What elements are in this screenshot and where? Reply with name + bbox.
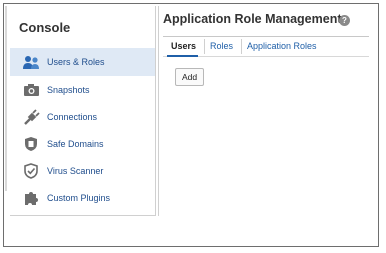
- tab-application-roles[interactable]: Application Roles: [247, 41, 317, 51]
- sidebar-item-custom-plugins[interactable]: Custom Plugins: [10, 184, 155, 212]
- help-icon[interactable]: ?: [339, 15, 350, 26]
- plug-icon: [22, 108, 40, 126]
- page-title: Application Role Management: [163, 12, 342, 26]
- sidebar-item-safe-domains[interactable]: Safe Domains: [10, 130, 155, 158]
- tab-divider: [241, 39, 242, 54]
- add-button[interactable]: Add: [175, 68, 204, 86]
- sidebar-item-label: Connections: [47, 112, 98, 122]
- main-panel: Application Role Management ? Users Role…: [158, 6, 372, 216]
- shield-icon: [22, 135, 40, 153]
- sidebar-item-label: Users & Roles: [47, 57, 105, 67]
- sidebar-item-label: Safe Domains: [47, 139, 104, 149]
- sidebar-item-label: Virus Scanner: [47, 166, 104, 176]
- users-icon: [22, 53, 40, 71]
- tab-divider: [204, 39, 205, 54]
- window-edge-shadow: [5, 6, 7, 191]
- sidebar-item-users-roles[interactable]: Users & Roles: [10, 48, 155, 76]
- console-title: Console: [19, 20, 71, 35]
- sidebar-item-snapshots[interactable]: Snapshots: [10, 76, 155, 104]
- puzzle-icon: [22, 189, 40, 207]
- sidebar-item-label: Snapshots: [47, 85, 90, 95]
- tab-bar: Users Roles Application Roles: [163, 36, 369, 57]
- active-tab-indicator: [167, 55, 198, 57]
- camera-icon: [22, 81, 40, 99]
- console-sidebar: Console Users & Roles Snapshots Connecti…: [10, 6, 156, 216]
- sidebar-item-virus-scanner[interactable]: Virus Scanner: [10, 157, 155, 185]
- tab-users[interactable]: Users: [171, 41, 196, 51]
- shield-check-icon: [22, 162, 40, 180]
- sidebar-item-label: Custom Plugins: [47, 193, 111, 203]
- tab-roles[interactable]: Roles: [210, 41, 233, 51]
- sidebar-item-connections[interactable]: Connections: [10, 103, 155, 131]
